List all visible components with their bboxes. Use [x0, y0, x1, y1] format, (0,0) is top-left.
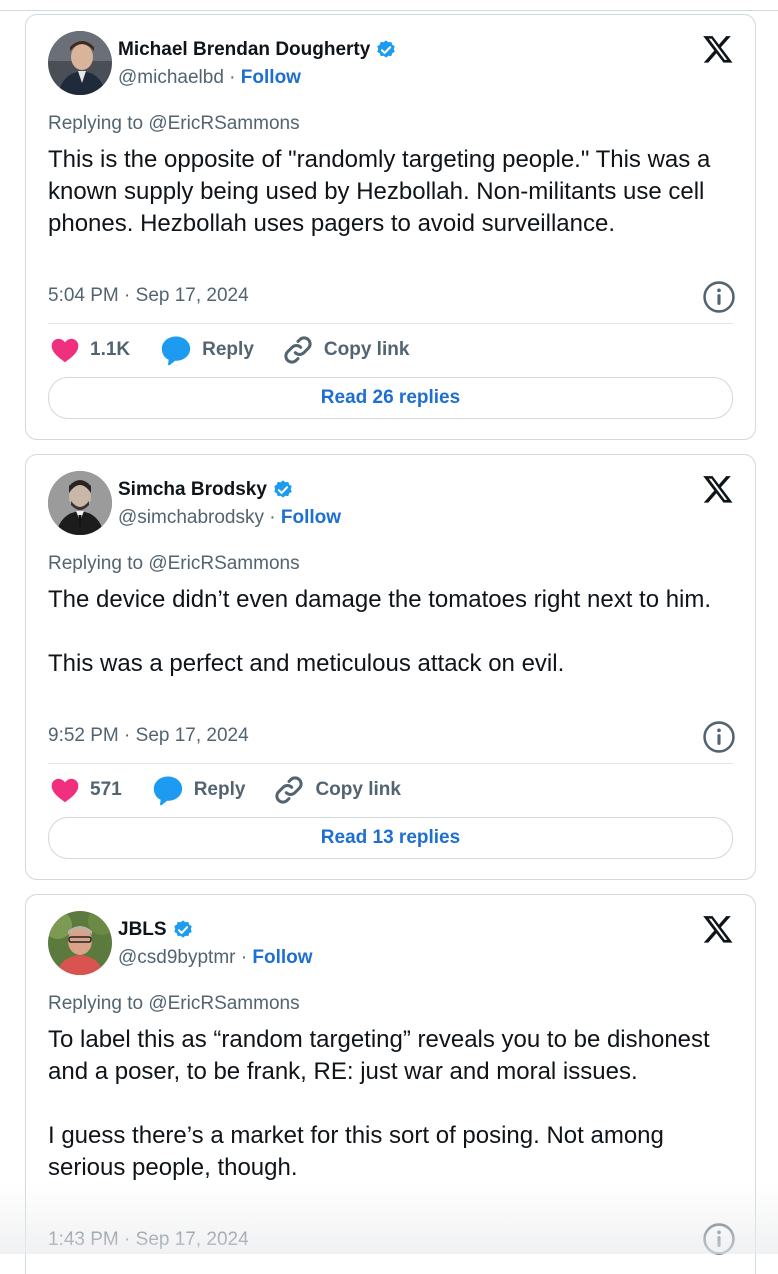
avatar[interactable]	[48, 31, 112, 95]
reply-button[interactable]: Reply	[158, 333, 254, 367]
reply-label: Reply	[193, 779, 246, 800]
display-name[interactable]: Simcha Brodsky	[118, 479, 267, 501]
read-replies-button[interactable]: Read 13 replies	[48, 817, 733, 859]
reply-bubble-icon	[153, 776, 182, 806]
avatar[interactable]	[48, 911, 112, 975]
tweet-text: To label this as “random targeting” reve…	[48, 1026, 710, 1181]
replying-to: Replying to @EricRSammons	[48, 993, 300, 1014]
copy-link-button[interactable]: Copy link	[280, 332, 410, 368]
tweet-timestamp[interactable]: 5:04 PM · Sep 17, 2024	[48, 285, 249, 307]
tweet-timestamp[interactable]: 1:43 PM · Sep 17, 2024	[48, 1229, 249, 1251]
link-icon	[275, 776, 303, 804]
tweet-timestamp[interactable]: 9:52 PM · Sep 17, 2024	[48, 725, 249, 747]
tweet-text: This is the opposite of "randomly target…	[48, 146, 711, 237]
replying-to: Replying to @EricRSammons	[48, 113, 300, 134]
user-handle[interactable]: @michaelbd	[118, 67, 224, 88]
x-logo-icon[interactable]	[701, 473, 735, 505]
tweet-text: The device didn’t even damage the tomato…	[48, 586, 712, 677]
action-bar: 1.1K Reply Copy link	[48, 330, 409, 370]
separator-dot: ·	[223, 67, 241, 88]
verified-badge-icon	[377, 40, 396, 58]
reply-label: Reply	[202, 339, 254, 360]
like-count: 1.1K	[90, 339, 131, 360]
link-icon	[284, 336, 312, 364]
heart-icon	[51, 338, 79, 363]
top-divider	[0, 10, 778, 11]
reply-bubble-icon	[161, 336, 191, 366]
action-bar: 571 Reply Copy link	[48, 770, 401, 810]
avatar[interactable]	[48, 471, 112, 535]
copy-link-label: Copy link	[323, 339, 410, 360]
tweet-card[interactable]: JBLS @csd9byptmr · Follow Replying to @E…	[25, 894, 756, 1274]
display-name[interactable]: JBLS	[118, 919, 167, 941]
info-icon[interactable]	[702, 280, 736, 314]
heart-icon	[51, 778, 79, 803]
follow-button[interactable]: Follow	[252, 947, 312, 968]
reply-button[interactable]: Reply	[150, 773, 246, 807]
like-button[interactable]: 1.1K	[48, 334, 130, 366]
like-count: 571	[90, 779, 122, 800]
divider	[48, 323, 733, 324]
copy-link-button[interactable]: Copy link	[271, 772, 401, 808]
user-handle[interactable]: @csd9byptmr	[118, 947, 236, 968]
verified-badge-icon	[173, 920, 192, 938]
replying-to: Replying to @EricRSammons	[48, 553, 300, 574]
copy-link-label: Copy link	[315, 779, 401, 800]
read-replies-button[interactable]: Read 26 replies	[48, 377, 733, 419]
tweet-card[interactable]: Simcha Brodsky @simchabrodsky · Follow R…	[25, 454, 756, 880]
like-button[interactable]: 571	[48, 774, 122, 806]
x-logo-icon[interactable]	[701, 913, 735, 945]
x-logo-icon[interactable]	[701, 33, 735, 65]
divider	[48, 763, 733, 764]
info-icon[interactable]	[702, 720, 736, 754]
separator-dot: ·	[235, 947, 253, 968]
verified-badge-icon	[274, 480, 292, 498]
separator-dot: ·	[264, 507, 281, 528]
info-icon[interactable]	[702, 1222, 736, 1256]
follow-button[interactable]: Follow	[241, 67, 301, 88]
user-handle[interactable]: @simchabrodsky	[118, 507, 264, 528]
follow-button[interactable]: Follow	[281, 507, 341, 528]
display-name[interactable]: Michael Brendan Dougherty	[118, 39, 370, 61]
tweet-card[interactable]: Michael Brendan Dougherty @michaelbd · F…	[25, 14, 756, 440]
